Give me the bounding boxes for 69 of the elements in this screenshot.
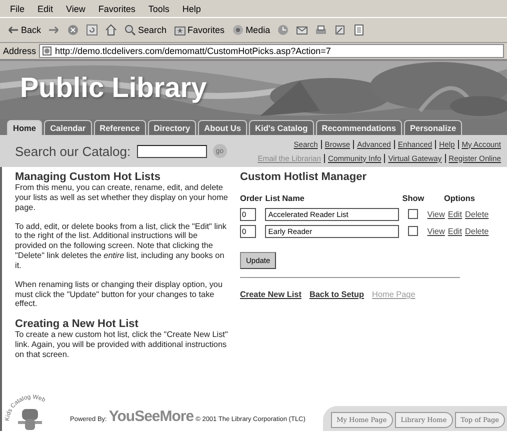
column-header: Options bbox=[444, 194, 475, 203]
link[interactable]: Edit bbox=[448, 227, 462, 236]
link[interactable]: View bbox=[427, 227, 445, 236]
menu-item[interactable]: File bbox=[10, 4, 25, 14]
printer-icon bbox=[315, 24, 328, 36]
toolbar-button[interactable]: Back bbox=[6, 24, 42, 36]
search-field[interactable] bbox=[136, 144, 207, 158]
nav-tab[interactable]: About Us bbox=[198, 120, 248, 135]
help-paragraph: To add, edit, or delete books from a list, click the "Edit" link to the right of the list. Additional instructions will be provided on the following screen. Note that clicking the "Delete" link deletes the entire list, including any books on it. bbox=[15, 222, 228, 271]
envelope-icon bbox=[296, 24, 308, 36]
home-icon bbox=[105, 24, 118, 36]
help-paragraph: When renaming lists or changing their display option, you must click the "Update" button for your changes to take effect. bbox=[15, 280, 224, 310]
menu-item[interactable]: Tools bbox=[148, 4, 170, 14]
toolbar-icon-button[interactable] bbox=[276, 24, 290, 36]
back-arrow-icon bbox=[7, 24, 19, 36]
address-label: Address bbox=[3, 46, 36, 56]
refresh-icon bbox=[86, 24, 98, 36]
link[interactable]: Create New List bbox=[240, 290, 302, 299]
clock-icon bbox=[277, 24, 290, 36]
link[interactable]: Delete bbox=[465, 227, 489, 236]
address-field[interactable]: http://demo.tlcdelivers.com/demomatt/CustomHotPicks.asp?Action=7 bbox=[39, 44, 504, 58]
toolbar-icon-button[interactable] bbox=[333, 24, 348, 36]
nav-tab[interactable]: Personalize bbox=[404, 120, 462, 135]
disc-icon bbox=[232, 24, 244, 36]
nav-tab[interactable]: Kid's Catalog bbox=[249, 120, 314, 135]
menu-item[interactable]: View bbox=[66, 4, 86, 14]
link[interactable]: View bbox=[427, 210, 445, 219]
menu-item[interactable]: Help bbox=[182, 4, 201, 14]
checkbox[interactable] bbox=[408, 208, 418, 218]
toolbar-icon-button[interactable] bbox=[85, 24, 100, 36]
page-icon bbox=[353, 24, 366, 36]
section-heading: Creating a New Hot List bbox=[15, 318, 140, 330]
column-header: Show bbox=[402, 194, 424, 203]
nav-tab[interactable]: Calendar bbox=[44, 120, 92, 135]
toolbar-icon-button[interactable] bbox=[47, 24, 62, 36]
section-heading: Custom Hotlist Manager bbox=[240, 171, 368, 183]
section-heading: Managing Custom Hot Lists bbox=[15, 171, 162, 183]
toolbar-button[interactable]: Favorites bbox=[172, 24, 226, 36]
stop-icon bbox=[67, 24, 80, 36]
toolbar-button[interactable]: Search bbox=[123, 24, 168, 36]
link[interactable]: Back to Setup bbox=[309, 290, 364, 299]
search-icon bbox=[124, 24, 136, 36]
toolbar-icon-button[interactable] bbox=[104, 24, 118, 36]
help-paragraph: From this menu, you can create, rename, edit, and delete your lists as well as set whether they display on your home page. bbox=[15, 183, 229, 213]
forward-arrow-icon bbox=[48, 24, 60, 36]
search-label: Search our Catalog: bbox=[15, 144, 131, 158]
brand-logo: YouSeeMore bbox=[108, 408, 194, 425]
toolbar-icon-button[interactable] bbox=[352, 24, 366, 36]
menu-item[interactable]: Favorites bbox=[98, 4, 136, 14]
column-header: List Name bbox=[265, 194, 304, 203]
menu-item[interactable]: Edit bbox=[38, 4, 54, 14]
checkbox[interactable] bbox=[408, 226, 418, 236]
toolbar-icon-button[interactable] bbox=[66, 24, 80, 36]
nav-tab[interactable]: Recommendations bbox=[316, 120, 402, 135]
column-header: Order bbox=[240, 194, 262, 203]
nav-tab[interactable]: Home bbox=[7, 120, 42, 135]
robot-figure-icon bbox=[18, 409, 42, 430]
link[interactable]: Delete bbox=[465, 210, 489, 219]
star-folder-icon bbox=[174, 24, 186, 36]
toolbar-icon-button[interactable] bbox=[295, 24, 310, 36]
toolbar-button[interactable]: Media bbox=[230, 24, 272, 36]
toolbar-icon-button[interactable] bbox=[314, 24, 328, 36]
link[interactable]: Edit bbox=[448, 210, 462, 219]
nav-tab[interactable]: Directory bbox=[148, 120, 196, 135]
nav-tab[interactable]: Reference bbox=[94, 120, 146, 135]
page-icon bbox=[42, 46, 52, 56]
library-title: Public Library bbox=[19, 71, 207, 104]
help-paragraph: To create a new custom hot list, click the "Create New List" link. Again, you will be provided with additional instructions on that screen. bbox=[15, 330, 229, 360]
pencil-page-icon bbox=[334, 24, 346, 36]
